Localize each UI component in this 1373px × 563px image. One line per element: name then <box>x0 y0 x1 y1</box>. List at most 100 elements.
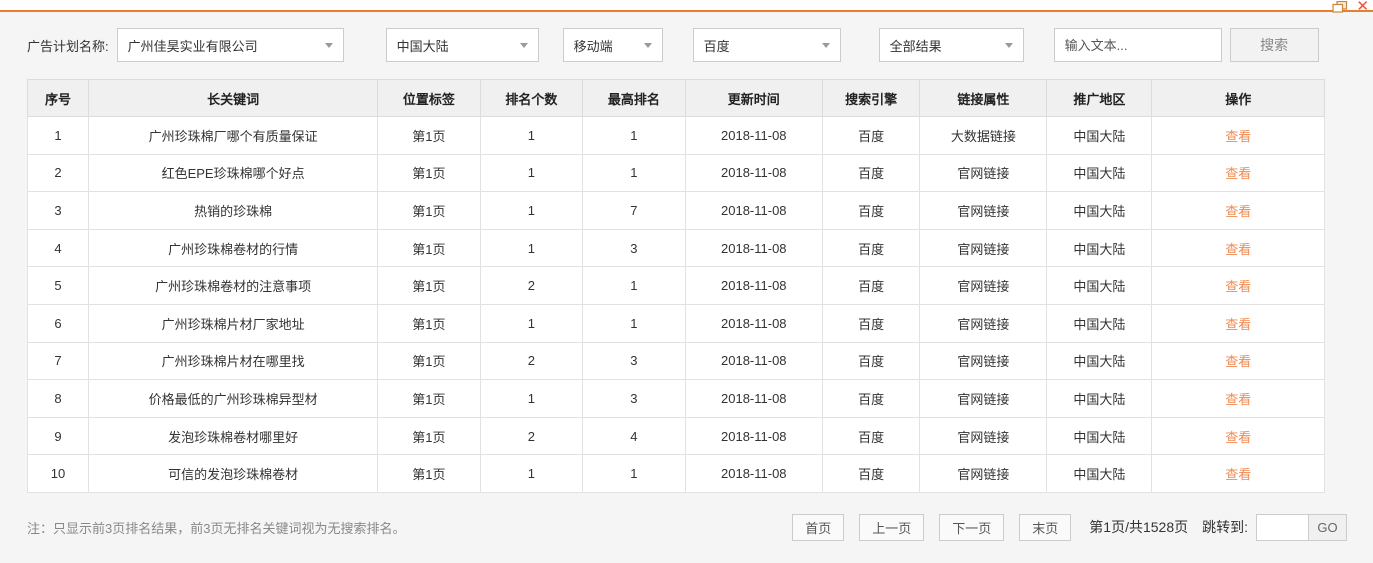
plan-dropdown-value: 广州佳昊实业有限公司 <box>127 38 258 54</box>
cell-link-type: 官网链接 <box>919 379 1048 418</box>
cell-engine: 百度 <box>822 416 921 456</box>
cell-updated: 2018-11-08 <box>684 416 824 456</box>
table-row: 7 广州珍珠棉片材在哪里找 第1页 2 3 2018-11-08 百度 官网链接 中国大陆 查看 <box>27 341 1325 381</box>
device-dropdown[interactable]: 移动端 <box>562 28 663 62</box>
cell-link-type: 大数据链接 <box>919 116 1048 155</box>
cell-updated: 2018-11-08 <box>684 341 824 381</box>
cell-seq: 1 <box>27 116 89 155</box>
footer-bar: 注：只显示前3页排名结果，前3页无排名关键词视为无搜索排名。 首页 上一页 下一… <box>27 513 1347 541</box>
cell-link-type: 官网链接 <box>919 228 1048 268</box>
col-header-tag: 位置标签 <box>377 79 481 117</box>
cell-region: 中国大陆 <box>1046 454 1153 493</box>
cell-count: 1 <box>479 303 584 343</box>
cell-keyword: 广州珍珠棉卷材的注意事项 <box>87 266 379 305</box>
cell-updated: 2018-11-08 <box>684 454 824 493</box>
cell-tag: 第1页 <box>377 191 481 230</box>
jump-page-input[interactable] <box>1256 513 1309 541</box>
view-link[interactable]: 查看 <box>1225 204 1251 219</box>
prev-page-button[interactable]: 上一页 <box>859 513 925 541</box>
result-filter-dropdown[interactable]: 全部结果 <box>878 28 1024 62</box>
view-link[interactable]: 查看 <box>1225 467 1251 482</box>
view-link[interactable]: 查看 <box>1225 279 1251 294</box>
cell-count: 1 <box>479 153 584 193</box>
table-body: 1 广州珍珠棉厂哪个有质量保证 第1页 1 1 2018-11-08 百度 大数据链接 中国大陆… <box>27 116 1325 493</box>
chevron-down-icon <box>1004 42 1013 48</box>
cell-link-type: 官网链接 <box>919 191 1048 230</box>
pagination: 首页 上一页 下一页 末页 第1页/共1528页 跳转到: GO <box>792 513 1347 541</box>
cell-keyword: 价格最低的广州珍珠棉异型材 <box>87 379 379 418</box>
first-page-button[interactable]: 首页 <box>792 513 845 541</box>
cell-best: 1 <box>582 153 686 193</box>
table-row: 4 广州珍珠棉卷材的行情 第1页 1 3 2018-11-08 百度 官网链接 中国大陆 查看 <box>27 228 1325 268</box>
cell-region: 中国大陆 <box>1046 303 1153 343</box>
cell-region: 中国大陆 <box>1046 191 1153 230</box>
cell-action: 查看 <box>1151 116 1325 155</box>
cell-seq: 7 <box>27 341 89 381</box>
cell-tag: 第1页 <box>377 416 481 456</box>
cell-tag: 第1页 <box>377 228 481 268</box>
region-dropdown[interactable]: 中国大陆 <box>385 28 539 62</box>
window-controls: ✕ <box>1332 0 1369 14</box>
view-link[interactable]: 查看 <box>1225 317 1251 332</box>
cell-engine: 百度 <box>822 191 921 230</box>
cell-action: 查看 <box>1151 454 1325 493</box>
view-link[interactable]: 查看 <box>1225 392 1251 407</box>
search-engine-dropdown[interactable]: 百度 <box>692 28 841 62</box>
cell-engine: 百度 <box>822 454 921 493</box>
view-link[interactable]: 查看 <box>1225 430 1251 445</box>
cell-keyword: 发泡珍珠棉卷材哪里好 <box>87 416 379 456</box>
cell-action: 查看 <box>1151 341 1325 381</box>
cell-updated: 2018-11-08 <box>684 379 824 418</box>
view-link[interactable]: 查看 <box>1225 242 1251 257</box>
next-page-button[interactable]: 下一页 <box>939 513 1005 541</box>
view-link[interactable]: 查看 <box>1225 166 1251 181</box>
go-button[interactable]: GO <box>1309 513 1347 541</box>
chevron-down-icon <box>821 42 830 48</box>
search-button[interactable]: 搜索 <box>1229 28 1319 62</box>
chevron-down-icon <box>519 42 528 48</box>
cell-region: 中国大陆 <box>1046 341 1153 381</box>
cell-best: 3 <box>582 379 686 418</box>
view-link[interactable]: 查看 <box>1225 129 1251 144</box>
cell-best: 4 <box>582 416 686 456</box>
cell-action: 查看 <box>1151 416 1325 456</box>
cell-updated: 2018-11-08 <box>684 116 824 155</box>
cell-count: 2 <box>479 341 584 381</box>
cell-engine: 百度 <box>822 228 921 268</box>
cell-action: 查看 <box>1151 153 1325 193</box>
table-row: 5 广州珍珠棉卷材的注意事项 第1页 2 1 2018-11-08 百度 官网链接 中国大陆 查看 <box>27 266 1325 305</box>
view-link[interactable]: 查看 <box>1225 354 1251 369</box>
col-header-keyword: 长关键词 <box>87 79 379 117</box>
cell-region: 中国大陆 <box>1046 153 1153 193</box>
cell-link-type: 官网链接 <box>919 153 1048 193</box>
cell-link-type: 官网链接 <box>919 266 1048 305</box>
close-icon[interactable]: ✕ <box>1356 0 1369 14</box>
cell-tag: 第1页 <box>377 116 481 155</box>
cell-engine: 百度 <box>822 266 921 305</box>
plan-dropdown[interactable]: 广州佳昊实业有限公司 <box>116 28 344 62</box>
restore-window-icon[interactable] <box>1332 0 1348 13</box>
cell-tag: 第1页 <box>377 153 481 193</box>
last-page-button[interactable]: 末页 <box>1019 513 1072 541</box>
chevron-down-icon <box>324 42 333 48</box>
cell-link-type: 官网链接 <box>919 341 1048 381</box>
cell-count: 2 <box>479 266 584 305</box>
cell-action: 查看 <box>1151 191 1325 230</box>
cell-count: 1 <box>479 379 584 418</box>
cell-tag: 第1页 <box>377 379 481 418</box>
cell-engine: 百度 <box>822 303 921 343</box>
cell-keyword: 广州珍珠棉厂哪个有质量保证 <box>87 116 379 155</box>
cell-region: 中国大陆 <box>1046 379 1153 418</box>
cell-action: 查看 <box>1151 303 1325 343</box>
cell-keyword: 广州珍珠棉片材厂家地址 <box>87 303 379 343</box>
cell-count: 1 <box>479 454 584 493</box>
cell-action: 查看 <box>1151 379 1325 418</box>
filter-bar: 广告计划名称: 广州佳昊实业有限公司 中国大陆 移动端 百度 全部结果 搜索 <box>27 28 1373 62</box>
search-input[interactable] <box>1053 28 1222 62</box>
cell-engine: 百度 <box>822 379 921 418</box>
cell-region: 中国大陆 <box>1046 228 1153 268</box>
cell-link-type: 官网链接 <box>919 454 1048 493</box>
region-dropdown-value: 中国大陆 <box>396 38 449 54</box>
cell-count: 2 <box>479 416 584 456</box>
cell-keyword: 热销的珍珠棉 <box>87 191 379 230</box>
